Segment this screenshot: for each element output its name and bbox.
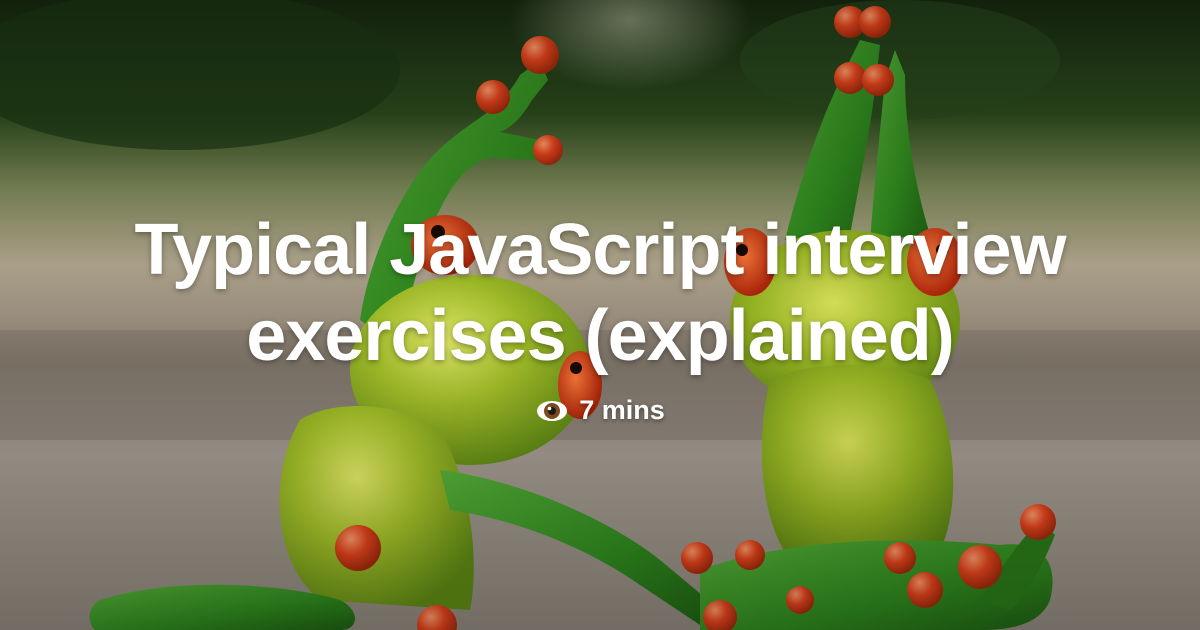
reading-time-label: 7 mins [579, 395, 665, 425]
reading-time: 7 mins [535, 395, 665, 426]
social-card: Typical JavaScript interview exercises (… [0, 0, 1200, 630]
article-title: Typical JavaScript interview exercises (… [134, 210, 1066, 376]
card-overlay: Typical JavaScript interview exercises (… [0, 0, 1200, 630]
eye-icon [537, 400, 568, 421]
